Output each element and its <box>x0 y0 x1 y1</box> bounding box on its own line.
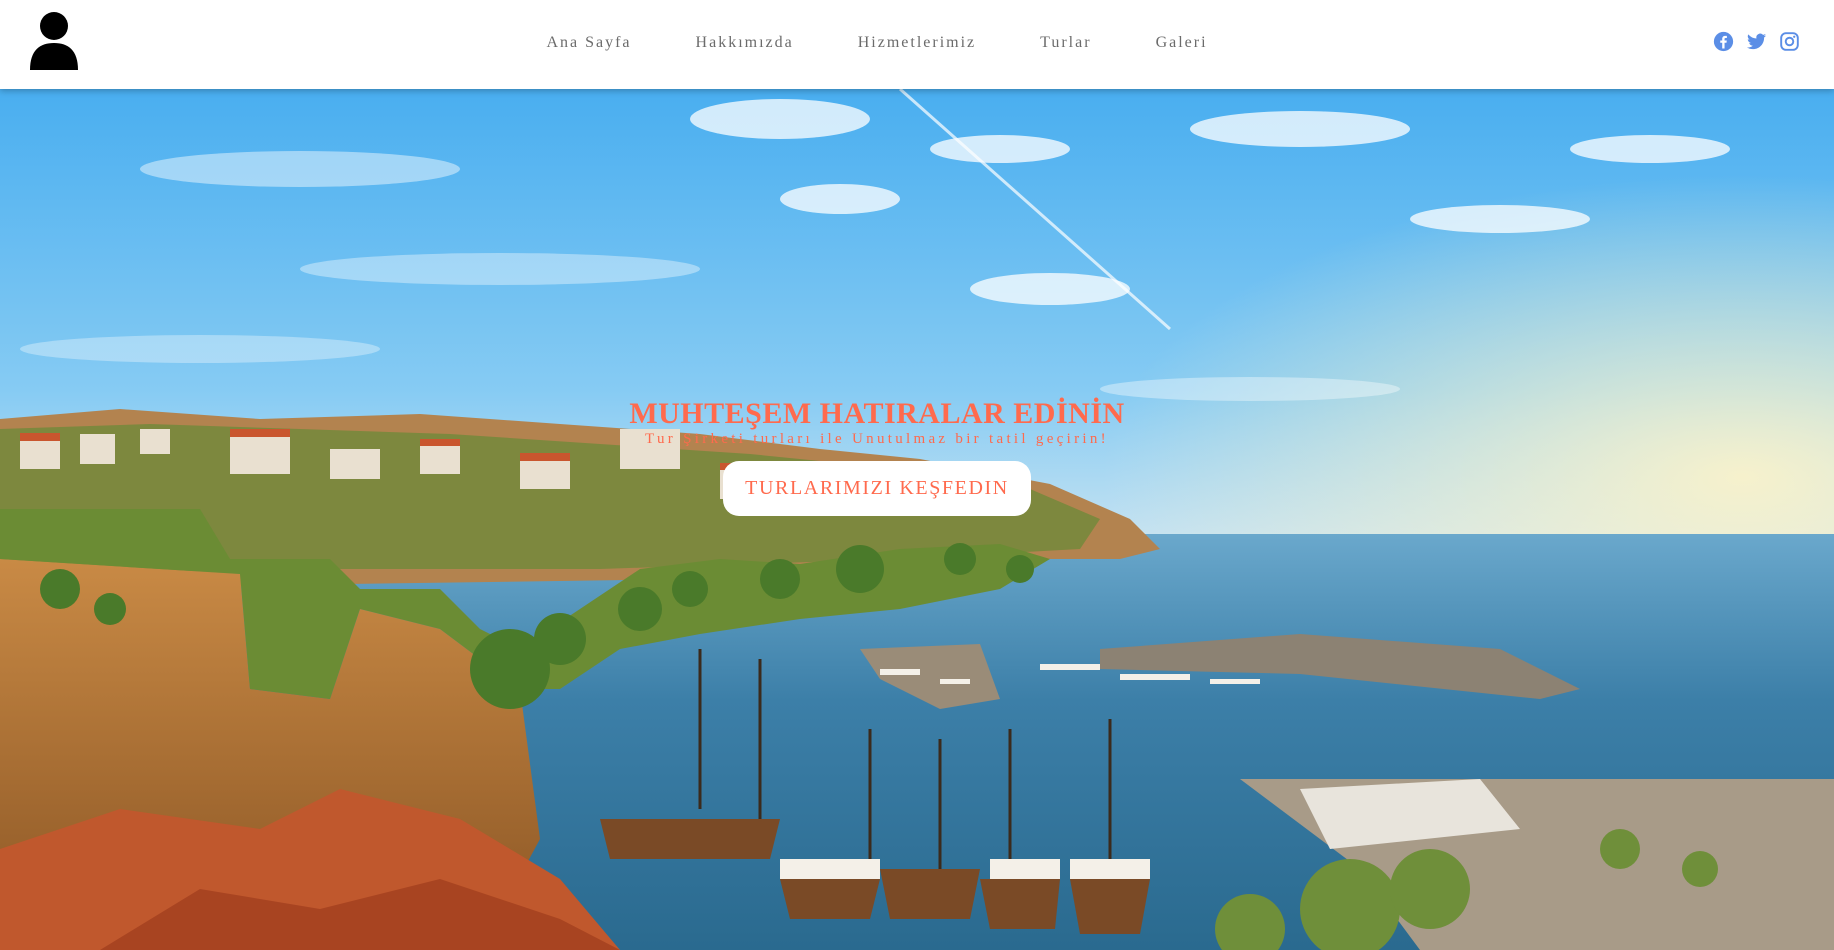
instagram-icon[interactable] <box>1779 31 1800 52</box>
nav-item-hakkimizda: Hakkımızda <box>696 34 794 52</box>
twitter-icon[interactable] <box>1746 31 1767 52</box>
navbar: Ana Sayfa Hakkımızda Hizmetlerimiz Turla… <box>0 0 1834 89</box>
harbor-city-photo <box>0 89 1834 950</box>
nav-link-galeri[interactable]: Galeri <box>1156 34 1208 51</box>
hero-content: MUHTEŞEM HATIRALAR EDİNİN Tur Şirketi tu… <box>0 397 1834 516</box>
nav-item-turlar: Turlar <box>1040 34 1091 52</box>
hero-title: MUHTEŞEM HATIRALAR EDİNİN <box>629 397 1125 430</box>
user-icon[interactable] <box>28 10 80 70</box>
main-nav: Ana Sayfa Hakkımızda Hizmetlerimiz Turla… <box>0 0 1834 89</box>
nav-link-ana-sayfa[interactable]: Ana Sayfa <box>546 34 631 51</box>
hero-subtitle: Tur Şirketi turları ile Unutulmaz bir ta… <box>645 431 1109 447</box>
hero-section: MUHTEŞEM HATIRALAR EDİNİN Tur Şirketi tu… <box>0 89 1834 950</box>
nav-link-turlar[interactable]: Turlar <box>1040 34 1091 51</box>
social-links <box>1713 31 1800 52</box>
explore-tours-button[interactable]: TURLARIMIZI KEŞFEDIN <box>723 461 1031 516</box>
nav-item-hizmetlerimiz: Hizmetlerimiz <box>858 34 976 52</box>
facebook-icon[interactable] <box>1713 31 1734 52</box>
nav-link-hizmetlerimiz[interactable]: Hizmetlerimiz <box>858 34 976 51</box>
nav-list: Ana Sayfa Hakkımızda Hizmetlerimiz Turla… <box>514 34 1239 52</box>
nav-item-ana-sayfa: Ana Sayfa <box>546 34 631 52</box>
nav-link-hakkimizda[interactable]: Hakkımızda <box>696 34 794 51</box>
nav-item-galeri: Galeri <box>1156 34 1208 52</box>
